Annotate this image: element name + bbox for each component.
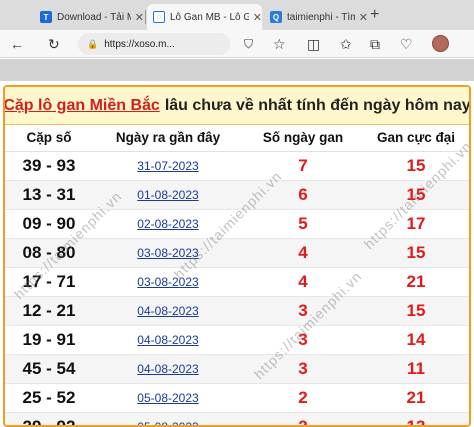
- date-link[interactable]: 01-08-2023: [137, 188, 198, 202]
- header-cap-so: Cặp số: [5, 125, 93, 152]
- tracking-prevention-icon[interactable]: ⛉: [244, 34, 253, 54]
- days-cell: 3: [243, 325, 363, 355]
- pair-cell: 17 - 71: [5, 267, 93, 297]
- browser-essentials-icon[interactable]: ♡: [400, 34, 413, 54]
- split-screen-icon[interactable]: ◫: [307, 34, 320, 54]
- date-link[interactable]: 05-08-2023: [137, 391, 198, 405]
- close-tab-icon[interactable]: ✕: [135, 11, 144, 24]
- days-cell: 4: [243, 238, 363, 268]
- pair-cell: 09 - 90: [5, 209, 93, 239]
- date-cell: 01-08-2023: [93, 180, 243, 210]
- table-row: 13 - 31 01-08-2023 6 15: [5, 180, 469, 210]
- date-link[interactable]: 31-07-2023: [137, 159, 198, 173]
- max-cell: 21: [363, 267, 469, 297]
- max-cell: 21: [363, 383, 469, 413]
- date-cell: 03-08-2023: [93, 238, 243, 268]
- date-cell: 03-08-2023: [93, 267, 243, 297]
- max-cell: 15: [363, 238, 469, 268]
- days-cell: 4: [243, 267, 363, 297]
- download-site-icon: T: [40, 11, 52, 23]
- date-link[interactable]: 03-08-2023: [137, 246, 198, 260]
- max-cell: 13: [363, 412, 469, 425]
- days-cell: 2: [243, 383, 363, 413]
- days-cell: 3: [243, 296, 363, 326]
- address-text: https://xoso.m...: [104, 38, 175, 50]
- header-gan-cuc-dai: Gan cực đại: [363, 125, 469, 152]
- tab-strip: T Download - Tải M ✕ ◌ Lô Gan MB - Lô G …: [0, 0, 474, 30]
- pair-cell: 08 - 80: [5, 238, 93, 268]
- panel-heading: Cặp lô gan Miền Bắc lâu chưa về nhất tín…: [5, 87, 469, 125]
- heading-text: lâu chưa về nhất tính đến ngày hôm nay: [164, 96, 471, 114]
- favorites-icon[interactable]: ☆: [273, 34, 286, 54]
- header-so-ngay-gan: Số ngày gan: [243, 125, 363, 152]
- tab-label: Lô Gan MB - Lô G: [170, 11, 249, 23]
- tab-taimienphi[interactable]: Q taimienphi - Tìm ✕: [264, 4, 368, 30]
- table-row: 39 - 93 31-07-2023 7 15: [5, 151, 469, 181]
- days-cell: 6: [243, 180, 363, 210]
- max-cell: 14: [363, 325, 469, 355]
- max-cell: 15: [363, 180, 469, 210]
- max-cell: 15: [363, 151, 469, 181]
- table-row: 29 - 92 05-08-2023 2 13: [5, 412, 469, 426]
- pair-cell: 45 - 54: [5, 354, 93, 384]
- pair-cell: 13 - 31: [5, 180, 93, 210]
- tab-separator: [145, 10, 146, 24]
- lo-gan-panel: Cặp lô gan Miền Bắc lâu chưa về nhất tín…: [3, 85, 471, 427]
- table-row: 19 - 91 04-08-2023 3 14: [5, 325, 469, 355]
- days-cell: 2: [243, 412, 363, 425]
- date-link[interactable]: 04-08-2023: [137, 304, 198, 318]
- table-row: 25 - 52 05-08-2023 2 21: [5, 383, 469, 413]
- days-cell: 3: [243, 354, 363, 384]
- table-row: 09 - 90 02-08-2023 5 17: [5, 209, 469, 239]
- max-cell: 15: [363, 296, 469, 326]
- lo-gan-table: Cặp số Ngày ra gần đây Số ngày gan Gan c…: [5, 125, 469, 426]
- new-tab-icon[interactable]: +: [370, 6, 379, 24]
- browser-toolbar: ← ↻ 🔒 https://xoso.m... ⛉ ☆ ◫ ✩ ⧉ ♡: [0, 30, 474, 58]
- site-info-icon[interactable]: 🔒: [87, 39, 98, 50]
- header-ngay-ra: Ngày ra gần đây: [93, 125, 243, 152]
- heading-link[interactable]: Cặp lô gan Miền Bắc: [5, 97, 160, 115]
- address-bar[interactable]: 🔒 https://xoso.m...: [78, 33, 230, 55]
- tab-label: Download - Tải M: [57, 11, 131, 23]
- table-header-row: Cặp số Ngày ra gần đây Số ngày gan Gan c…: [5, 125, 469, 152]
- date-link[interactable]: 05-08-2023: [137, 420, 198, 426]
- table-row: 45 - 54 04-08-2023 3 11: [5, 354, 469, 384]
- table-row: 12 - 21 04-08-2023 3 15: [5, 296, 469, 326]
- date-link[interactable]: 04-08-2023: [137, 333, 198, 347]
- back-icon[interactable]: ←: [10, 34, 24, 54]
- page-top-band: [0, 59, 474, 81]
- search-site-icon: Q: [270, 11, 282, 23]
- max-cell: 11: [363, 354, 469, 384]
- add-favorite-icon[interactable]: ✩: [340, 34, 352, 54]
- date-link[interactable]: 03-08-2023: [137, 275, 198, 289]
- collections-icon[interactable]: ⧉: [370, 34, 380, 54]
- date-link[interactable]: 04-08-2023: [137, 362, 198, 376]
- table-row: 17 - 71 03-08-2023 4 21: [5, 267, 469, 297]
- date-cell: 04-08-2023: [93, 354, 243, 384]
- days-cell: 5: [243, 209, 363, 239]
- profile-avatar[interactable]: [432, 35, 449, 52]
- max-cell: 17: [363, 209, 469, 239]
- table-row: 08 - 80 03-08-2023 4 15: [5, 238, 469, 268]
- reload-icon[interactable]: ↻: [48, 34, 60, 54]
- date-cell: 05-08-2023: [93, 383, 243, 413]
- pair-cell: 29 - 92: [5, 412, 93, 425]
- pair-cell: 19 - 91: [5, 325, 93, 355]
- close-tab-icon[interactable]: ✕: [359, 11, 368, 24]
- date-cell: 05-08-2023: [93, 412, 243, 426]
- pair-cell: 39 - 93: [5, 151, 93, 181]
- date-cell: 04-08-2023: [93, 325, 243, 355]
- tab-label: taimienphi - Tìm: [287, 11, 355, 23]
- days-cell: 7: [243, 151, 363, 181]
- date-cell: 04-08-2023: [93, 296, 243, 326]
- xoso-site-icon: ◌: [153, 11, 165, 23]
- tab-download[interactable]: T Download - Tải M ✕: [34, 4, 144, 30]
- pair-cell: 12 - 21: [5, 296, 93, 326]
- close-tab-icon[interactable]: ✕: [253, 11, 262, 24]
- date-link[interactable]: 02-08-2023: [137, 217, 198, 231]
- date-cell: 31-07-2023: [93, 151, 243, 181]
- tab-lo-gan[interactable]: ◌ Lô Gan MB - Lô G ✕: [147, 4, 262, 30]
- pair-cell: 25 - 52: [5, 383, 93, 413]
- date-cell: 02-08-2023: [93, 209, 243, 239]
